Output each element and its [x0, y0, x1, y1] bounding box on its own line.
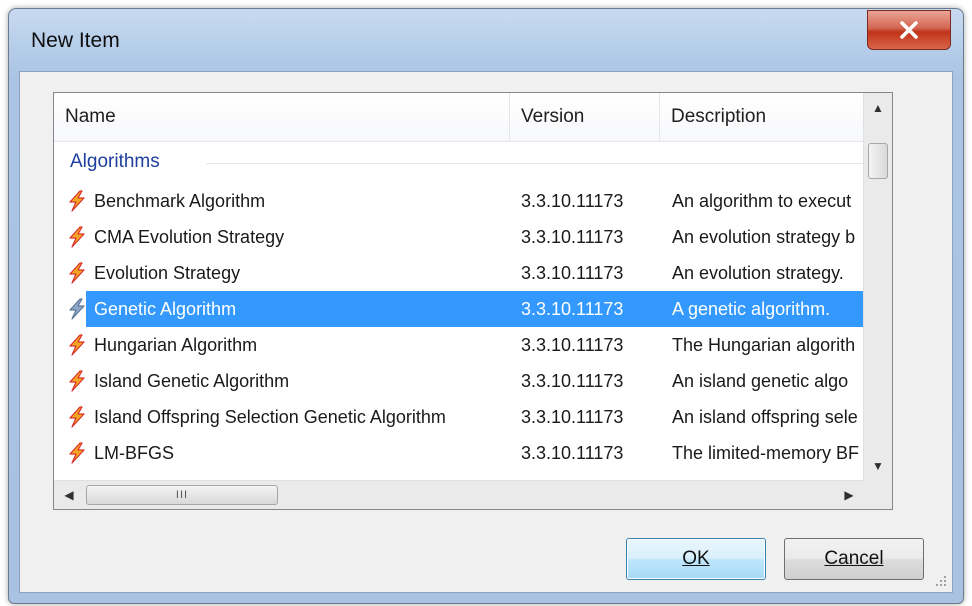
item-name: Benchmark Algorithm: [94, 191, 266, 211]
list-header: Name Version Description: [54, 93, 892, 142]
list-item[interactable]: Benchmark Algorithm 3.3.10.11173 An algori…: [54, 183, 880, 219]
lightning-bolt-icon: [69, 442, 85, 464]
cancel-button-label: Cancel: [824, 548, 884, 569]
list-item[interactable]: Genetic Algorithm 3.3.10.11173 A genetic a…: [54, 291, 880, 327]
scrollbar-corner: [864, 481, 892, 509]
item-description: The Hungarian algorith: [672, 335, 856, 355]
dialog-title: New Item: [31, 29, 120, 52]
item-description: An island genetic algo: [672, 371, 849, 391]
close-icon: [900, 21, 918, 39]
group-divider: [206, 163, 876, 164]
scroll-up-arrow-icon[interactable]: ▲: [864, 93, 892, 123]
group-label: Algorithms: [70, 151, 160, 172]
lightning-bolt-icon: [69, 334, 85, 356]
horizontal-scrollbar[interactable]: ◀ III ▶: [54, 480, 864, 509]
lightning-bolt-icon: [69, 370, 85, 392]
close-button[interactable]: [867, 10, 951, 50]
item-description: An algorithm to execut: [672, 191, 852, 211]
list-item[interactable]: Island Offspring Selection Genetic Algor…: [54, 399, 880, 435]
lightning-bolt-icon: [69, 226, 85, 248]
list-item[interactable]: CMA Evolution Strategy 3.3.10.11173 An evo…: [54, 219, 880, 255]
scroll-grip-icon: III: [175, 489, 189, 501]
item-version: 3.3.10.11173: [521, 443, 624, 463]
item-version: 3.3.10.11173: [521, 227, 624, 247]
item-name: LM-BFGS: [94, 443, 175, 463]
lightning-bolt-icon: [69, 298, 85, 320]
group-header-algorithms[interactable]: Algorithms: [54, 145, 880, 183]
item-description: An evolution strategy b: [672, 227, 856, 247]
item-version: 3.3.10.11173: [521, 299, 624, 319]
lightning-bolt-icon: [69, 262, 85, 284]
lightning-bolt-icon: [69, 406, 85, 428]
item-description: An evolution strategy.: [672, 263, 844, 283]
item-name: CMA Evolution Strategy: [94, 227, 285, 247]
resize-grip-icon[interactable]: [932, 572, 948, 588]
item-name: Hungarian Algorithm: [94, 335, 258, 355]
title-bar[interactable]: New Item: [9, 9, 963, 71]
item-version: 3.3.10.11173: [521, 263, 624, 283]
column-header-description[interactable]: Description: [660, 93, 886, 141]
item-name: Island Genetic Algorithm: [94, 371, 290, 391]
vertical-scroll-thumb[interactable]: [868, 143, 888, 179]
vertical-scrollbar[interactable]: ▲ ▼: [863, 93, 892, 481]
list-item[interactable]: Hungarian Algorithm 3.3.10.11173 The Hunga…: [54, 327, 880, 363]
new-item-dialog: New Item Name Version Description Algori…: [8, 8, 964, 604]
item-name: Island Offspring Selection Genetic Algor…: [94, 407, 446, 427]
list-item[interactable]: Evolution Strategy 3.3.10.11173 An evoluti…: [54, 255, 880, 291]
scroll-down-arrow-icon[interactable]: ▼: [864, 451, 892, 481]
item-version: 3.3.10.11173: [521, 335, 624, 355]
item-description: A genetic algorithm.: [672, 299, 831, 319]
ok-button[interactable]: OK: [626, 538, 766, 580]
item-description: An island offspring sele: [672, 407, 858, 427]
item-version: 3.3.10.11173: [521, 371, 624, 391]
column-header-version[interactable]: Version: [510, 93, 660, 141]
list-item[interactable]: LM-BFGS 3.3.10.11173 The limited-memory BF: [54, 435, 880, 471]
item-version: 3.3.10.11173: [521, 407, 624, 427]
scroll-left-arrow-icon[interactable]: ◀: [54, 481, 84, 509]
item-name: Evolution Strategy: [94, 263, 241, 283]
column-header-name[interactable]: Name: [54, 93, 510, 141]
item-list[interactable]: Name Version Description Algorithms Benc…: [53, 92, 893, 510]
ok-button-label: OK: [682, 548, 710, 569]
item-description: The limited-memory BF: [672, 443, 860, 463]
horizontal-scroll-thumb[interactable]: III: [86, 485, 278, 505]
cancel-button[interactable]: Cancel: [784, 538, 924, 580]
scroll-right-arrow-icon[interactable]: ▶: [834, 481, 864, 509]
lightning-bolt-icon: [69, 190, 85, 212]
dialog-client-area: Name Version Description Algorithms Benc…: [19, 71, 953, 593]
item-name: Genetic Algorithm: [94, 299, 237, 319]
list-item[interactable]: Island Genetic Algorithm 3.3.10.11173 An i…: [54, 363, 880, 399]
item-version: 3.3.10.11173: [521, 191, 624, 211]
